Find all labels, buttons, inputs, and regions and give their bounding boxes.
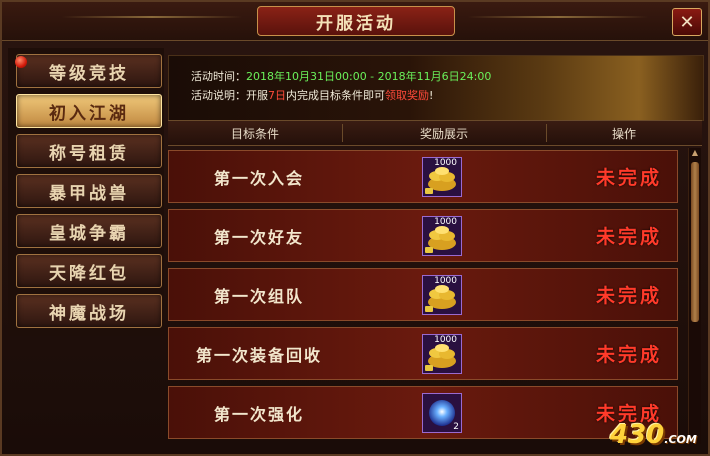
sidebar-item-label: 神魔战场 [49, 303, 129, 324]
title-ornament-left [62, 16, 242, 18]
reward-quantity: 1000 [434, 158, 457, 168]
sidebar-item-red-packet[interactable]: 天降红包 [16, 254, 162, 288]
reward-slot[interactable]: 1000 [422, 275, 462, 315]
goal-label: 第一次装备回收 [195, 345, 322, 365]
status-incomplete[interactable]: 未完成 [579, 328, 679, 379]
sidebar-item-castle-war[interactable]: 皇城争霸 [16, 214, 162, 248]
sidebar-item-label: 暴甲战兽 [49, 183, 129, 204]
activity-window: 开服活动 ✕ 等级竞技 初入江湖 称号租赁 暴甲战兽 皇城争霸 天降红包 神魔战… [0, 0, 710, 456]
sidebar-item-title-rental[interactable]: 称号租赁 [16, 134, 162, 168]
desc-mid: 内完成目标条件即可 [286, 89, 385, 102]
header-goal: 目标条件 [230, 126, 279, 141]
table-row: 第一次装备回收 1000 未完成 [168, 327, 678, 380]
sidebar-item-label: 等级竞技 [49, 63, 129, 84]
desc-action: 领取奖励 [385, 89, 429, 102]
status-incomplete[interactable]: 未完成 [579, 151, 679, 202]
table-row: 第一次组队 1000 未完成 [168, 268, 678, 321]
title-ornament-right [468, 16, 648, 18]
goal-label: 第一次组队 [213, 286, 304, 306]
table-row: 第一次好友 1000 未完成 [168, 209, 678, 262]
scroll-up-icon[interactable]: ▲ [689, 148, 701, 158]
sidebar-item-battlefield[interactable]: 神魔战场 [16, 294, 162, 328]
desc-label: 活动说明：开服 [191, 89, 268, 102]
reward-slot[interactable]: 2 [422, 393, 462, 433]
activity-time: 活动时间：2018年10月31日00:00 - 2018年11月6日24:00 [191, 68, 491, 84]
reward-slot[interactable]: 1000 [422, 334, 462, 374]
reward-slot[interactable]: 1000 [422, 157, 462, 197]
sidebar-item-armor-beast[interactable]: 暴甲战兽 [16, 174, 162, 208]
table-row: 第一次入会 1000 未完成 [168, 150, 678, 203]
activity-banner: 活动时间：2018年10月31日00:00 - 2018年11月6日24:00 … [168, 55, 704, 121]
watermark-suffix: .COM [664, 433, 697, 446]
table-header: 目标条件 奖励展示 操作 [168, 120, 702, 146]
sidebar-item-label: 皇城争霸 [49, 223, 129, 244]
window-title: 开服活动 [257, 6, 455, 36]
scrollbar[interactable]: ▲ [688, 148, 701, 444]
desc-days: 7日 [268, 89, 286, 102]
reward-slot[interactable]: 1000 [422, 216, 462, 256]
desc-end: ! [429, 89, 434, 102]
header-reward: 奖励展示 [419, 126, 468, 141]
status-incomplete[interactable]: 未完成 [579, 269, 679, 320]
time-label: 活动时间： [191, 70, 246, 83]
goal-label: 第一次强化 [213, 404, 304, 424]
header-action: 操作 [611, 126, 636, 141]
reward-quantity: 1000 [434, 276, 457, 286]
sidebar-item-label: 称号租赁 [49, 143, 129, 164]
bound-lock-icon [425, 365, 433, 371]
goal-label: 第一次入会 [213, 168, 304, 188]
bound-lock-icon [425, 188, 433, 194]
goal-label: 第一次好友 [213, 227, 304, 247]
bound-lock-icon [425, 247, 433, 253]
site-watermark-logo: 430.COM [610, 420, 710, 456]
sidebar-item-newcomer[interactable]: 初入江湖 [16, 94, 162, 128]
bound-lock-icon [425, 306, 433, 312]
scroll-thumb[interactable] [691, 162, 699, 322]
close-icon: ✕ [679, 11, 695, 33]
watermark-text: 430 [610, 420, 665, 450]
sidebar-item-label: 天降红包 [49, 263, 129, 284]
reward-quantity: 2 [453, 422, 459, 432]
sidebar-item-level-arena[interactable]: 等级竞技 [16, 54, 162, 88]
activity-description: 活动说明：开服7日内完成目标条件即可领取奖励! [191, 87, 433, 103]
close-button[interactable]: ✕ [672, 8, 702, 36]
time-value: 2018年10月31日00:00 - 2018年11月6日24:00 [246, 70, 492, 83]
title-bar: 开服活动 ✕ [2, 2, 708, 41]
sidebar-item-label: 初入江湖 [49, 103, 129, 124]
reward-quantity: 1000 [434, 217, 457, 227]
status-incomplete[interactable]: 未完成 [579, 210, 679, 261]
activity-sidebar: 等级竞技 初入江湖 称号租赁 暴甲战兽 皇城争霸 天降红包 神魔战场 [8, 48, 164, 336]
table-row: 第一次强化 2 未完成 [168, 386, 678, 439]
notification-dot-icon [15, 56, 27, 68]
reward-quantity: 1000 [434, 335, 457, 345]
